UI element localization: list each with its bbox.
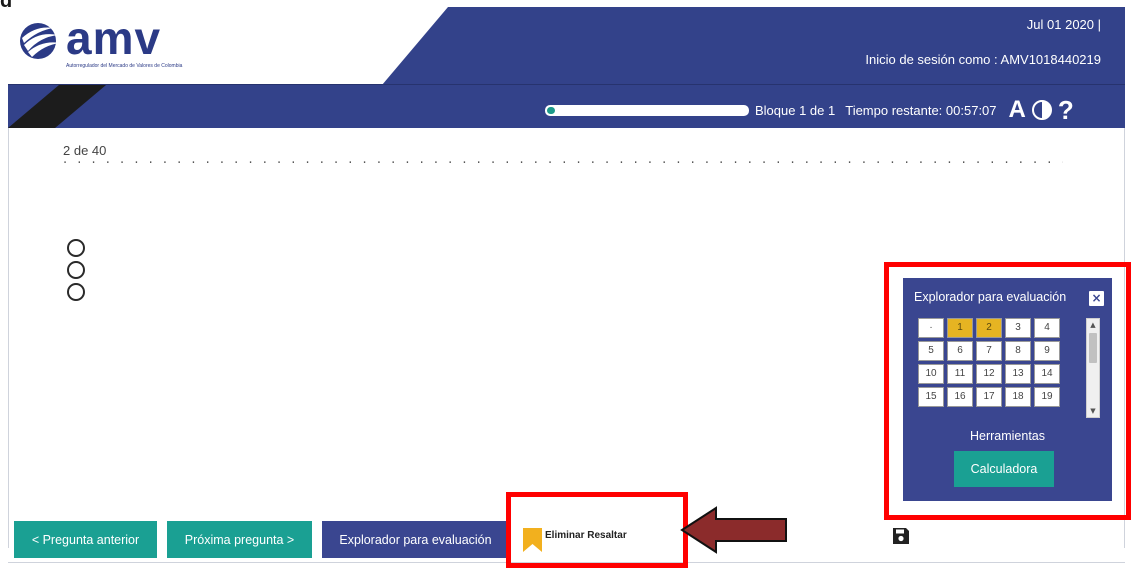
- question-cell[interactable]: 13: [1005, 364, 1031, 384]
- question-cell[interactable]: 9: [1034, 341, 1060, 361]
- explorer-title: Explorador para evaluación: [914, 290, 1067, 304]
- annotation-arrow-icon: [680, 506, 787, 554]
- session-date: Jul 01 2020 |: [1026, 17, 1101, 32]
- question-cell[interactable]: 3: [1005, 318, 1031, 338]
- logo-subtitle: Autorregulador del Mercado de Valores de…: [66, 63, 183, 69]
- save-icon[interactable]: [892, 527, 910, 545]
- question-cell[interactable]: ·: [918, 318, 944, 338]
- question-cell[interactable]: 5: [918, 341, 944, 361]
- answer-option-radio[interactable]: [67, 283, 85, 301]
- scroll-thumb[interactable]: [1089, 333, 1097, 363]
- logo-text: amv: [66, 12, 162, 64]
- bookmark-icon: [523, 528, 542, 552]
- header-wedge: [8, 85, 106, 128]
- previous-question-button[interactable]: < Pregunta anterior: [14, 521, 157, 558]
- login-info: Inicio de sesión como : AMV1018440219: [865, 52, 1101, 67]
- question-number: 2 de 40: [63, 143, 107, 158]
- progress-bar: [545, 104, 749, 116]
- question-cell[interactable]: 10: [918, 364, 944, 384]
- question-cell[interactable]: 4: [1034, 318, 1060, 338]
- question-cell[interactable]: 12: [976, 364, 1002, 384]
- question-cell[interactable]: 8: [1005, 341, 1031, 361]
- close-icon[interactable]: ×: [1089, 291, 1104, 306]
- remove-highlight-label: Eliminar Resaltar: [545, 530, 627, 541]
- help-icon[interactable]: ?: [1058, 97, 1074, 123]
- question-cell[interactable]: 14: [1034, 364, 1060, 384]
- tools-label: Herramientas: [969, 429, 1046, 443]
- question-cell[interactable]: 17: [976, 387, 1002, 407]
- scroll-up-icon[interactable]: ▲: [1087, 319, 1099, 331]
- amv-logo-icon: [20, 23, 60, 59]
- question-cell[interactable]: 2: [976, 318, 1002, 338]
- question-text-clipped: . . . . . . . . . . . . . . . . . . . . …: [63, 160, 1063, 164]
- evaluation-explorer-panel: Explorador para evaluación × · 1 2 3 4 5 6 7 8 9 1…: [903, 278, 1112, 501]
- question-cell[interactable]: 19: [1034, 387, 1060, 407]
- answer-option-radio[interactable]: [67, 239, 85, 257]
- question-cell[interactable]: 16: [947, 387, 973, 407]
- frame-left-border: [8, 128, 9, 548]
- remove-highlight-button[interactable]: Eliminar Resaltar: [518, 519, 682, 559]
- answer-option-radio[interactable]: [67, 261, 85, 279]
- scroll-down-icon[interactable]: ▼: [1087, 405, 1099, 417]
- question-cell[interactable]: 1: [947, 318, 973, 338]
- next-question-button[interactable]: Próxima pregunta >: [167, 521, 312, 558]
- time-remaining: Tiempo restante: 00:57:07: [845, 102, 997, 118]
- question-grid: · 1 2 3 4 5 6 7 8 9 10 11 12 13 14 15 16 17 18 19: [918, 318, 1068, 407]
- font-size-icon[interactable]: A: [1009, 98, 1026, 122]
- question-cell[interactable]: 11: [947, 364, 973, 384]
- evaluation-explorer-button[interactable]: Explorador para evaluación: [322, 521, 509, 558]
- explorer-scrollbar[interactable]: ▲ ▼: [1086, 318, 1100, 418]
- header-divider: [8, 84, 1125, 85]
- status-bar: Bloque 1 de 1 Tiempo restante: 00:57:07 …: [545, 95, 1074, 125]
- question-cell[interactable]: 6: [947, 341, 973, 361]
- calculator-button[interactable]: Calculadora: [954, 451, 1054, 487]
- contrast-icon[interactable]: [1031, 100, 1052, 120]
- question-cell[interactable]: 7: [976, 341, 1002, 361]
- question-cell[interactable]: 15: [918, 387, 944, 407]
- question-cell[interactable]: 18: [1005, 387, 1031, 407]
- block-indicator: Bloque 1 de 1: [755, 102, 836, 118]
- app-header: amv Autorregulador del Mercado de Valore…: [8, 7, 1125, 128]
- progress-fill: [547, 106, 555, 114]
